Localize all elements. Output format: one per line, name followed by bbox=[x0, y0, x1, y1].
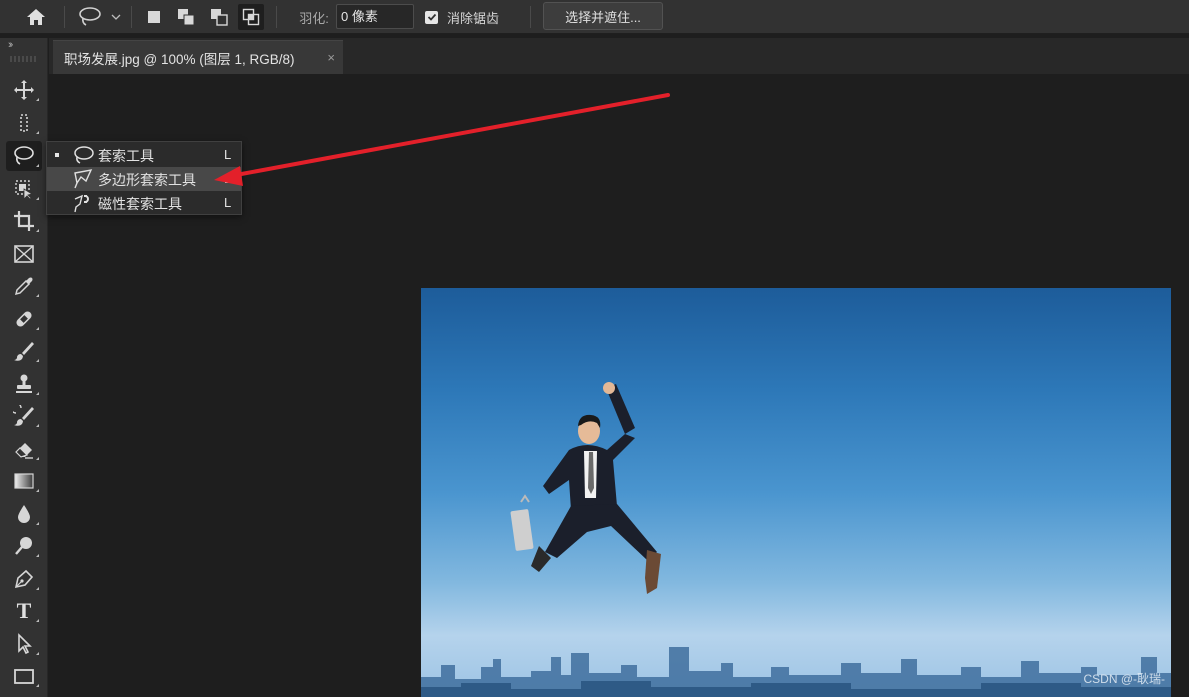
frame-tool[interactable] bbox=[6, 239, 42, 269]
crop-tool[interactable] bbox=[6, 206, 42, 236]
clone-stamp-tool[interactable] bbox=[6, 369, 42, 399]
current-tool-bullet-icon bbox=[55, 153, 59, 157]
feather-label: 羽化: bbox=[299, 10, 329, 26]
stamp-icon bbox=[16, 374, 32, 393]
lasso-icon bbox=[79, 7, 101, 26]
gradient-tool[interactable] bbox=[6, 466, 42, 496]
dodge-tool[interactable] bbox=[6, 531, 42, 561]
subtract-from-selection-button[interactable] bbox=[206, 4, 232, 30]
add-to-selection-button[interactable] bbox=[173, 4, 199, 30]
feather-input[interactable]: 0 像素 bbox=[336, 4, 414, 29]
marquee-tool[interactable] bbox=[6, 108, 42, 138]
jumping-businessman-image bbox=[510, 382, 661, 594]
city-skyline-image bbox=[421, 647, 1171, 697]
options-separator bbox=[131, 6, 132, 28]
pen-icon bbox=[14, 569, 34, 589]
history-brush-icon bbox=[13, 405, 34, 426]
flyout-item-shortcut: L bbox=[224, 195, 232, 210]
path-selection-tool[interactable] bbox=[6, 629, 42, 659]
eraser-tool[interactable] bbox=[6, 434, 42, 464]
flyout-item-label: 套索工具 bbox=[98, 148, 154, 164]
move-icon bbox=[14, 80, 34, 100]
chevron-down-icon bbox=[111, 14, 121, 20]
bandage-icon bbox=[16, 311, 32, 327]
flyout-item-label: 磁性套索工具 bbox=[98, 196, 182, 212]
blur-tool[interactable] bbox=[6, 499, 42, 529]
polygonal-lasso-icon bbox=[74, 169, 93, 189]
add-selection-icon bbox=[178, 9, 195, 26]
flyout-item-shortcut: L bbox=[224, 147, 232, 162]
marquee-icon bbox=[20, 114, 28, 132]
pen-tool[interactable] bbox=[6, 564, 42, 594]
anti-alias-checkbox[interactable]: 消除锯齿 bbox=[425, 0, 515, 34]
brush-icon bbox=[14, 342, 34, 361]
lasso-tool-flyout: 套索工具 L 多边形套索工具 L 磁性套索工具 L bbox=[46, 141, 242, 215]
move-tool[interactable] bbox=[6, 75, 42, 105]
healing-brush-tool[interactable] bbox=[6, 304, 42, 334]
history-brush-tool[interactable] bbox=[6, 401, 42, 431]
home-icon bbox=[27, 9, 45, 25]
document-tab-bar: 职场发展.jpg @ 100% (图层 1, RGB/8) × bbox=[49, 38, 1189, 74]
flyout-item-shortcut: L bbox=[224, 171, 232, 186]
tool-preset-picker[interactable] bbox=[74, 0, 124, 34]
flyout-item-magnetic-lasso[interactable]: 磁性套索工具 L bbox=[47, 191, 241, 215]
eyedropper-tool[interactable] bbox=[6, 271, 42, 301]
flyout-item-lasso[interactable]: 套索工具 L bbox=[47, 143, 241, 167]
drop-icon bbox=[18, 505, 30, 523]
watermark-text: CSDN @-耿瑞- bbox=[1083, 672, 1165, 686]
crop-icon bbox=[14, 211, 34, 231]
type-icon: T bbox=[16, 598, 32, 623]
options-separator bbox=[530, 6, 531, 28]
frame-icon bbox=[14, 245, 34, 263]
subtract-selection-icon bbox=[211, 9, 228, 26]
document-image[interactable]: CSDN @-耿瑞- bbox=[421, 288, 1171, 697]
tools-panel: ›› T bbox=[0, 38, 48, 697]
document-tab[interactable]: 职场发展.jpg @ 100% (图层 1, RGB/8) × bbox=[53, 40, 343, 74]
intersect-selection-icon bbox=[242, 8, 260, 26]
document-tab-title: 职场发展.jpg @ 100% (图层 1, RGB/8) bbox=[64, 51, 295, 67]
rectangle-tool[interactable] bbox=[6, 661, 42, 691]
object-selection-tool[interactable] bbox=[6, 174, 42, 204]
options-bar: 羽化: 0 像素 消除锯齿 选择并遮住... bbox=[0, 0, 1189, 34]
options-separator bbox=[276, 6, 277, 28]
flyout-item-polygonal-lasso[interactable]: 多边形套索工具 L bbox=[47, 167, 241, 191]
close-icon[interactable]: × bbox=[327, 50, 335, 65]
type-tool[interactable]: T bbox=[6, 596, 42, 626]
arrow-icon bbox=[18, 633, 32, 655]
eraser-icon bbox=[15, 443, 33, 459]
lasso-icon bbox=[14, 146, 34, 165]
panel-grip[interactable] bbox=[10, 56, 36, 62]
select-and-mask-button[interactable]: 选择并遮住... bbox=[543, 2, 663, 30]
checkbox-checked-icon bbox=[425, 10, 438, 24]
lasso-tool[interactable] bbox=[6, 141, 42, 171]
anti-alias-label: 消除锯齿 bbox=[447, 10, 500, 26]
gradient-icon bbox=[14, 473, 34, 489]
object-selection-icon bbox=[15, 180, 34, 200]
new-selection-icon bbox=[148, 11, 160, 23]
dodge-icon bbox=[15, 537, 32, 555]
magnetic-lasso-icon bbox=[74, 194, 89, 213]
new-selection-button[interactable] bbox=[141, 4, 167, 30]
lasso-icon bbox=[74, 146, 94, 164]
flyout-item-label: 多边形套索工具 bbox=[98, 172, 196, 188]
home-button[interactable] bbox=[14, 0, 58, 34]
rectangle-icon bbox=[14, 669, 34, 684]
intersect-selection-button[interactable] bbox=[238, 4, 264, 30]
brush-tool[interactable] bbox=[6, 336, 42, 366]
options-separator bbox=[64, 6, 65, 28]
eyedropper-icon bbox=[14, 277, 33, 296]
collapse-panel-icon[interactable]: ›› bbox=[8, 39, 14, 51]
